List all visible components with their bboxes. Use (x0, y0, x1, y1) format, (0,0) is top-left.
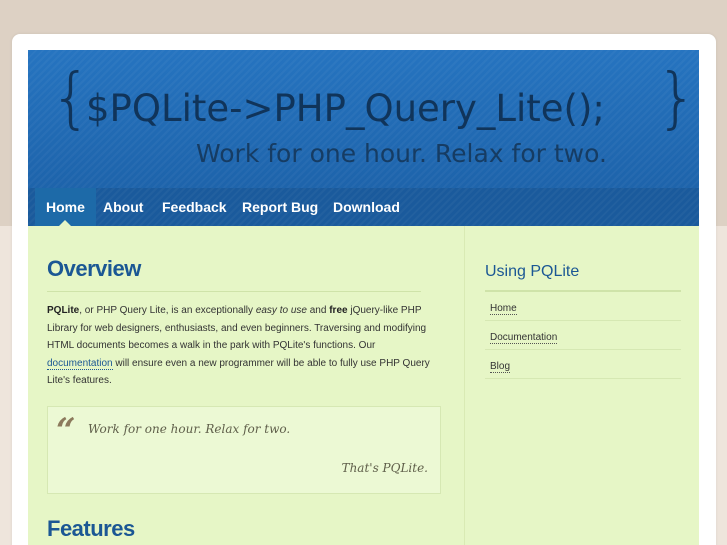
main-nav: Home About Feedback Report Bug Download (28, 188, 699, 226)
brand-name: PQLite (47, 305, 80, 316)
quote-mark-icon: “ (56, 411, 76, 451)
overview-paragraph: PQLite, or PHP Query Lite, is an excepti… (47, 302, 439, 390)
nav-item-feedback[interactable]: Feedback (151, 188, 238, 226)
free-text: free (329, 305, 348, 316)
nav-item-download[interactable]: Download (322, 188, 411, 226)
documentation-link[interactable]: documentation (47, 357, 113, 370)
paragraph-text: , or PHP Query Lite, is an exceptionally (79, 305, 256, 316)
tagline-quote: “ Work for one hour. Relax for two. That… (47, 406, 441, 494)
features-title: Features (47, 516, 135, 541)
sidebar-title: Using PQLite (485, 263, 580, 280)
site-logo[interactable]: { $PQLite->PHP_Query_Lite(); } (50, 59, 698, 144)
sidebar-link-home[interactable]: Home (490, 303, 517, 315)
quote-citation: That's PQLite. (341, 461, 428, 475)
sidebar-link-blog[interactable]: Blog (490, 361, 511, 373)
logo-text: $PQLite->PHP_Query_Lite(); (86, 87, 605, 130)
features-section: Features (47, 516, 135, 542)
nav-item-about[interactable]: About (92, 188, 154, 226)
sidebar-list: Home Documentation Blog (485, 292, 681, 379)
sidebar-item-home: Home (485, 292, 681, 321)
sidebar: Using PQLite Home Documentation Blog (485, 262, 681, 379)
emphasis-text: easy to use (255, 305, 307, 316)
overview-title: Overview (47, 256, 141, 281)
sidebar-item-documentation: Documentation (485, 321, 681, 350)
paragraph-text: and (306, 305, 330, 316)
quote-text: Work for one hour. Relax for two. (88, 422, 291, 436)
main-column: Overview PQLite, or PHP Query Lite, is a… (47, 256, 462, 390)
nav-item-report-bug[interactable]: Report Bug (231, 188, 329, 226)
sidebar-divider (464, 226, 465, 545)
sidebar-link-documentation[interactable]: Documentation (490, 332, 558, 344)
title-divider (47, 291, 421, 292)
site-tagline: Work for one hour. Relax for two. (196, 139, 607, 168)
nav-item-home[interactable]: Home (35, 188, 96, 226)
sidebar-item-blog: Blog (485, 350, 681, 379)
content-area: Overview PQLite, or PHP Query Lite, is a… (28, 226, 699, 545)
logo-right-brace: } (656, 59, 698, 136)
